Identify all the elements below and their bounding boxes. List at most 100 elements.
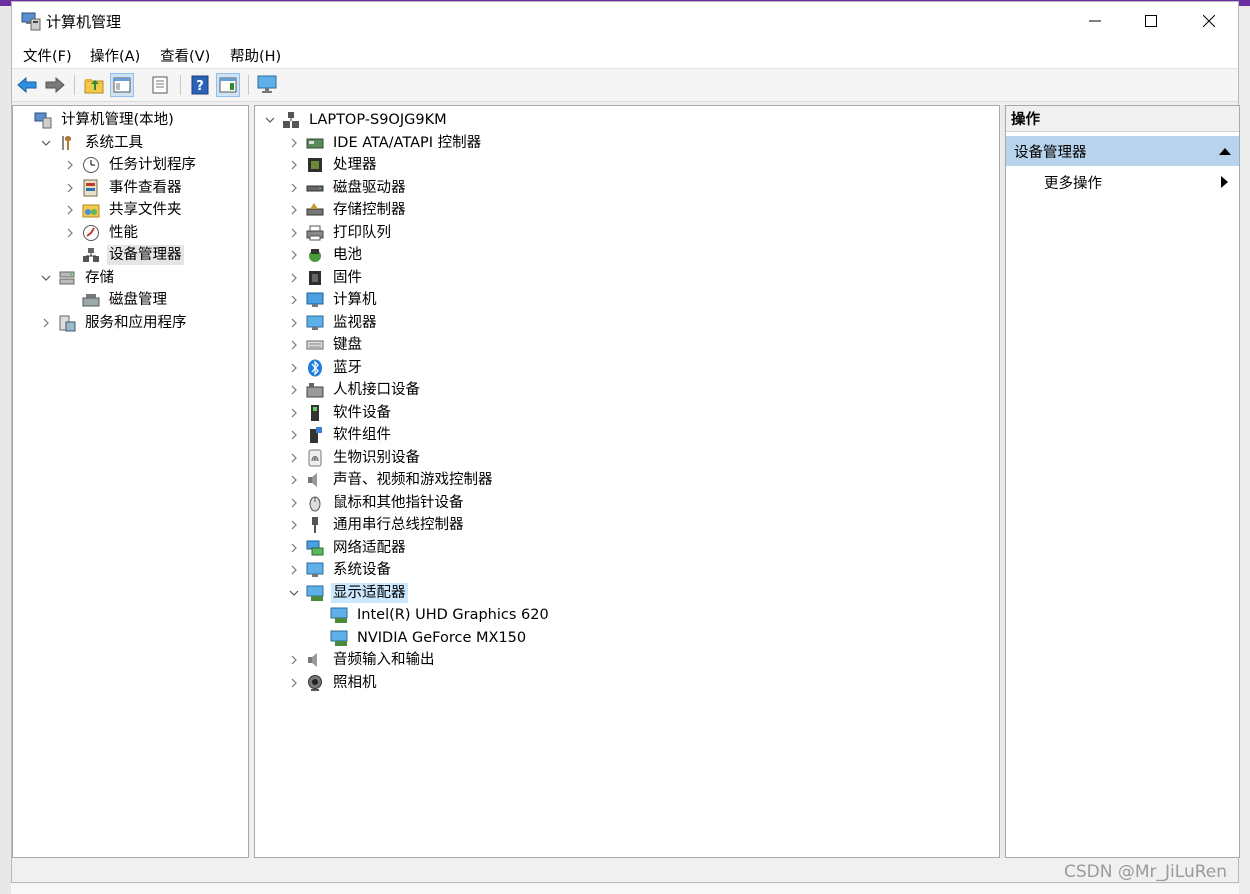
expand-chevron[interactable] <box>287 154 301 176</box>
maximize-button[interactable] <box>1122 2 1180 40</box>
device-category[interactable]: 监视器 <box>287 312 379 334</box>
chevron-right-icon <box>291 160 297 170</box>
menu-help[interactable]: 帮助(H) <box>230 45 281 66</box>
expand-chevron[interactable] <box>287 222 301 244</box>
menu-file[interactable]: 文件(F) <box>23 45 72 66</box>
device-category[interactable]: 电池 <box>287 244 364 266</box>
tree-item-label: 事件查看器 <box>109 179 182 196</box>
show-hide-console-tree-button[interactable] <box>110 73 134 97</box>
device-category[interactable]: 网络适配器 <box>287 537 408 559</box>
keyboard-icon <box>305 335 325 355</box>
console-tree-pane[interactable]: 计算机管理(本地) 系统工具 任务计划程序事件查看器共享文件夹 性能 设备管理器 存储 磁盘… <box>12 105 249 858</box>
help-icon: ? <box>191 75 209 95</box>
collapse-chevron[interactable] <box>39 267 53 289</box>
actions-section-device-manager[interactable]: 设备管理器 <box>1006 136 1239 166</box>
expand-chevron[interactable] <box>287 424 301 446</box>
expand-chevron[interactable] <box>63 199 77 221</box>
expand-chevron[interactable] <box>287 357 301 379</box>
expand-chevron[interactable] <box>287 312 301 334</box>
expand-chevron[interactable] <box>63 177 77 199</box>
device-category[interactable]: 声音、视频和游戏控制器 <box>287 469 495 491</box>
close-button[interactable] <box>1180 2 1238 40</box>
device-category[interactable]: 显示适配器 <box>287 582 408 604</box>
console-tree-item[interactable]: 计算机管理(本地) <box>15 109 176 131</box>
device-item[interactable]: NVIDIA GeForce MX150 <box>311 627 528 649</box>
collapse-chevron[interactable] <box>287 582 301 604</box>
device-category[interactable]: 通用串行总线控制器 <box>287 514 466 536</box>
expand-chevron[interactable] <box>287 244 301 266</box>
software-component-icon <box>305 425 325 445</box>
console-tree-item[interactable]: 服务和应用程序 <box>39 312 189 334</box>
expand-chevron[interactable] <box>287 334 301 356</box>
device-category[interactable]: 人机接口设备 <box>287 379 422 401</box>
device-category[interactable]: 计算机 <box>287 289 379 311</box>
device-tree-pane[interactable]: LAPTOP-S9OJG9KM IDE ATA/ATAPI 控制器 处理器 磁盘驱动器… <box>254 105 1000 858</box>
console-tree-item[interactable]: 存储 <box>39 267 116 289</box>
tree-item-label: 服务和应用程序 <box>85 314 187 331</box>
console-tree-item[interactable]: 磁盘管理 <box>63 289 169 311</box>
expand-chevron[interactable] <box>287 289 301 311</box>
device-category[interactable]: 存储控制器 <box>287 199 408 221</box>
device-category[interactable]: 鼠标和其他指针设备 <box>287 492 466 514</box>
console-tree-item[interactable]: 系统工具 <box>39 132 145 154</box>
expand-chevron[interactable] <box>63 154 77 176</box>
action-more-actions[interactable]: 更多操作 <box>1044 170 1102 194</box>
collapse-chevron[interactable] <box>39 132 53 154</box>
expand-chevron[interactable] <box>287 559 301 581</box>
properties-button[interactable] <box>148 73 172 97</box>
expand-chevron[interactable] <box>287 267 301 289</box>
forward-button[interactable] <box>43 73 67 97</box>
console-tree-item[interactable]: 事件查看器 <box>63 177 184 199</box>
expand-chevron[interactable] <box>287 177 301 199</box>
console-tree-item[interactable]: 设备管理器 <box>63 244 184 266</box>
device-category[interactable]: IDE ATA/ATAPI 控制器 <box>287 132 483 154</box>
console-tree-item[interactable]: 任务计划程序 <box>63 154 198 176</box>
menu-action[interactable]: 操作(A) <box>90 45 140 66</box>
device-tree-root[interactable]: LAPTOP-S9OJG9KM <box>263 109 449 131</box>
expand-chevron[interactable] <box>39 312 53 334</box>
collapse-chevron[interactable] <box>263 109 277 131</box>
device-category[interactable]: 处理器 <box>287 154 379 176</box>
device-category[interactable]: 生物识别设备 <box>287 447 422 469</box>
device-category[interactable]: 软件设备 <box>287 402 393 424</box>
chevron-right-icon <box>291 543 297 552</box>
device-category[interactable]: 照相机 <box>287 672 379 694</box>
show-hide-action-pane-button[interactable] <box>216 73 240 97</box>
device-category[interactable]: 磁盘驱动器 <box>287 177 408 199</box>
watermark: CSDN @Mr_JiLuRen <box>1064 862 1227 882</box>
expand-chevron[interactable] <box>287 199 301 221</box>
expand-chevron[interactable] <box>287 492 301 514</box>
expand-chevron[interactable] <box>287 469 301 491</box>
device-category[interactable]: 键盘 <box>287 334 364 356</box>
device-category[interactable]: 音频输入和输出 <box>287 649 437 671</box>
expand-chevron[interactable] <box>287 672 301 694</box>
back-button[interactable] <box>15 73 39 97</box>
device-category[interactable]: 软件组件 <box>287 424 393 446</box>
collapse-up-icon <box>1219 148 1231 155</box>
expand-chevron[interactable] <box>287 447 301 469</box>
chevron-right-icon <box>43 318 49 327</box>
expand-chevron[interactable] <box>287 402 301 424</box>
device-category[interactable]: 固件 <box>287 267 364 289</box>
up-level-button[interactable] <box>82 73 106 97</box>
title-bar[interactable]: 计算机管理 <box>12 2 1238 40</box>
device-category[interactable]: 蓝牙 <box>287 357 364 379</box>
chevron-down-icon <box>289 590 299 596</box>
device-item[interactable]: Intel(R) UHD Graphics 620 <box>311 604 551 626</box>
chevron-right-icon <box>67 228 73 237</box>
minimize-button[interactable] <box>1066 2 1124 40</box>
expand-chevron[interactable] <box>287 649 301 671</box>
expand-chevron[interactable] <box>287 537 301 559</box>
expand-chevron[interactable] <box>63 222 77 244</box>
chevron-right-icon <box>291 430 297 440</box>
scan-hardware-button[interactable] <box>256 73 280 97</box>
expand-chevron[interactable] <box>287 132 301 154</box>
expand-chevron[interactable] <box>287 379 301 401</box>
menu-view[interactable]: 查看(V) <box>160 45 210 66</box>
device-category[interactable]: 打印队列 <box>287 222 393 244</box>
help-button[interactable]: ? <box>188 73 212 97</box>
console-tree-item[interactable]: 性能 <box>63 222 140 244</box>
console-tree-item[interactable]: 共享文件夹 <box>63 199 184 221</box>
device-category[interactable]: 系统设备 <box>287 559 393 581</box>
expand-chevron[interactable] <box>287 514 301 536</box>
